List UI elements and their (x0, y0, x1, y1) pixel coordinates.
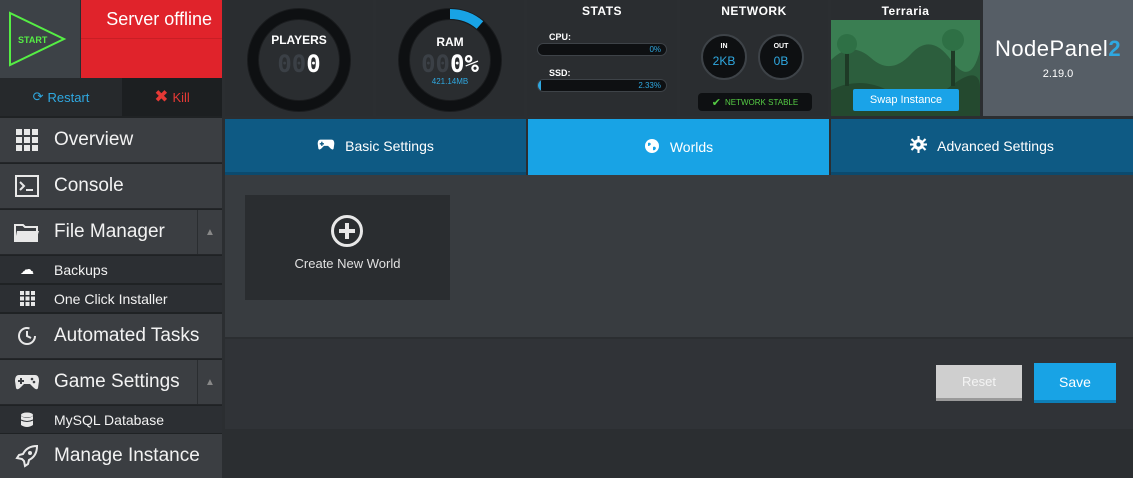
clock-refresh-icon (0, 325, 54, 347)
gear-icon (910, 135, 928, 156)
sidebar-item-label: Console (54, 175, 124, 196)
ssd-bar-fill (538, 80, 541, 91)
sidebar-item-label: MySQL Database (54, 411, 164, 428)
folder-icon (0, 222, 54, 242)
worlds-panel: Create New World (225, 175, 1133, 338)
grid-icon (0, 291, 54, 306)
page-background (225, 429, 1133, 478)
restart-label: Restart (47, 89, 90, 105)
start-label: START (18, 35, 48, 45)
restart-icon: ⟳ (32, 89, 44, 104)
database-icon (0, 412, 54, 428)
sidebar-item-mysql-database[interactable]: MySQL Database (0, 406, 222, 434)
globe-icon (644, 138, 660, 157)
ssd-label: SSD: (549, 68, 571, 78)
sidebar-item-label: Game Settings (54, 371, 180, 392)
players-title: PLAYERS (271, 33, 327, 47)
tab-advanced-settings[interactable]: Advanced Settings (831, 119, 1133, 175)
ssd-value: 2.33% (638, 81, 661, 90)
ram-value: 000% (421, 50, 479, 78)
network-out-label: OUT (773, 43, 789, 50)
check-icon: ✔ (711, 96, 721, 109)
network-out: OUT 0B (758, 34, 804, 80)
create-world-card[interactable]: Create New World (245, 195, 450, 300)
start-button[interactable]: START (0, 0, 81, 78)
terminal-icon (0, 175, 54, 197)
sidebar-item-automated-tasks[interactable]: Automated Tasks (0, 314, 222, 359)
restart-button[interactable]: ⟳ Restart (0, 78, 122, 116)
network-title: NETWORK (721, 4, 787, 18)
sidebar-item-label: Backups (54, 261, 108, 278)
sidebar-item-overview[interactable]: Overview (0, 118, 222, 163)
sidebar-item-label: One Click Installer (54, 290, 168, 307)
sidebar-item-game-settings[interactable]: Game Settings ▲ (0, 360, 222, 405)
network-status-text: NETWORK STABLE (725, 97, 799, 107)
collapse-icon[interactable]: ▲ (197, 210, 222, 254)
sidebar-item-manage-instance[interactable]: Manage Instance (0, 434, 222, 478)
sidebar-item-label: Manage Instance (54, 445, 200, 466)
sidebar-item-one-click-installer[interactable]: One Click Installer (0, 285, 222, 313)
nodepanel-tile: NodePanel2 2.19.0 (983, 0, 1133, 116)
stats-title: STATS (581, 4, 623, 18)
app-root: START Server offline ⟳ Restart ✖ Kill PL… (0, 0, 1133, 478)
network-in: IN 2KB (701, 34, 747, 80)
ram-usage: 421.14MB (431, 77, 469, 86)
ssd-bar: 2.33% (537, 79, 667, 92)
tab-label: Worlds (669, 139, 714, 155)
server-status: Server offline (81, 0, 222, 78)
kill-label: Kill (172, 89, 190, 105)
sidebar-item-label: Overview (54, 129, 134, 150)
cpu-value: 0% (649, 45, 661, 54)
network-status-badge: ✔ NETWORK STABLE (698, 93, 812, 111)
tab-basic-settings[interactable]: Basic Settings (225, 119, 526, 175)
tab-worlds[interactable]: Worlds (528, 119, 829, 175)
ram-title: RAM (436, 35, 464, 49)
sidebar-item-file-manager[interactable]: File Manager ▲ (0, 210, 222, 255)
reset-button[interactable]: Reset (936, 365, 1022, 401)
collapse-icon[interactable]: ▲ (197, 360, 222, 404)
sidebar-item-label: File Manager (54, 221, 165, 242)
cpu-label: CPU: (549, 32, 571, 42)
sidebar-item-backups[interactable]: ☁ Backups (0, 256, 222, 284)
rocket-icon (0, 444, 54, 468)
players-tile: PLAYERS 000 (225, 0, 373, 116)
server-status-text: Server offline (81, 0, 222, 39)
cpu-bar: 0% (537, 43, 667, 56)
game-tile: Terraria Swap Instance (831, 0, 980, 116)
sidebar-item-label: Automated Tasks (54, 325, 200, 346)
tab-label: Advanced Settings (937, 137, 1054, 154)
action-bar: Reset Save (225, 339, 1133, 429)
gamepad-icon (0, 373, 54, 391)
settings-tabs: Basic Settings Worlds Advanced Settings (225, 119, 1133, 175)
network-in-value: 2KB (712, 54, 736, 68)
tab-label: Basic Settings (345, 137, 434, 154)
grid-icon (0, 129, 54, 151)
close-icon: ✖ (154, 87, 169, 106)
create-world-label: Create New World (294, 256, 401, 271)
stats-tile: STATS CPU: 0% SSD: 2.33% (527, 0, 677, 116)
save-button[interactable]: Save (1034, 363, 1116, 403)
game-title: Terraria (831, 0, 980, 20)
gamepad-icon (317, 138, 335, 154)
swap-instance-button[interactable]: Swap Instance (853, 89, 959, 111)
ram-tile: RAM 000% 421.14MB (376, 0, 524, 116)
server-control: START Server offline ⟳ Restart ✖ Kill (0, 0, 222, 116)
network-in-label: IN (720, 43, 728, 50)
players-value: 000 (277, 50, 321, 78)
nodepanel-version: 2.19.0 (1042, 68, 1074, 80)
nodepanel-logo: NodePanel2 (994, 36, 1122, 61)
network-tile: NETWORK IN 2KB OUT 0B ✔ NETWORK STABLE (680, 0, 828, 116)
network-out-value: 0B (773, 54, 789, 68)
cloud-icon: ☁ (20, 261, 34, 277)
sidebar-item-console[interactable]: Console (0, 164, 222, 209)
kill-button[interactable]: ✖ Kill (122, 78, 222, 116)
add-icon (331, 215, 363, 247)
sidebar: Overview Console File Manager ▲ ☁ Backup… (0, 116, 222, 478)
